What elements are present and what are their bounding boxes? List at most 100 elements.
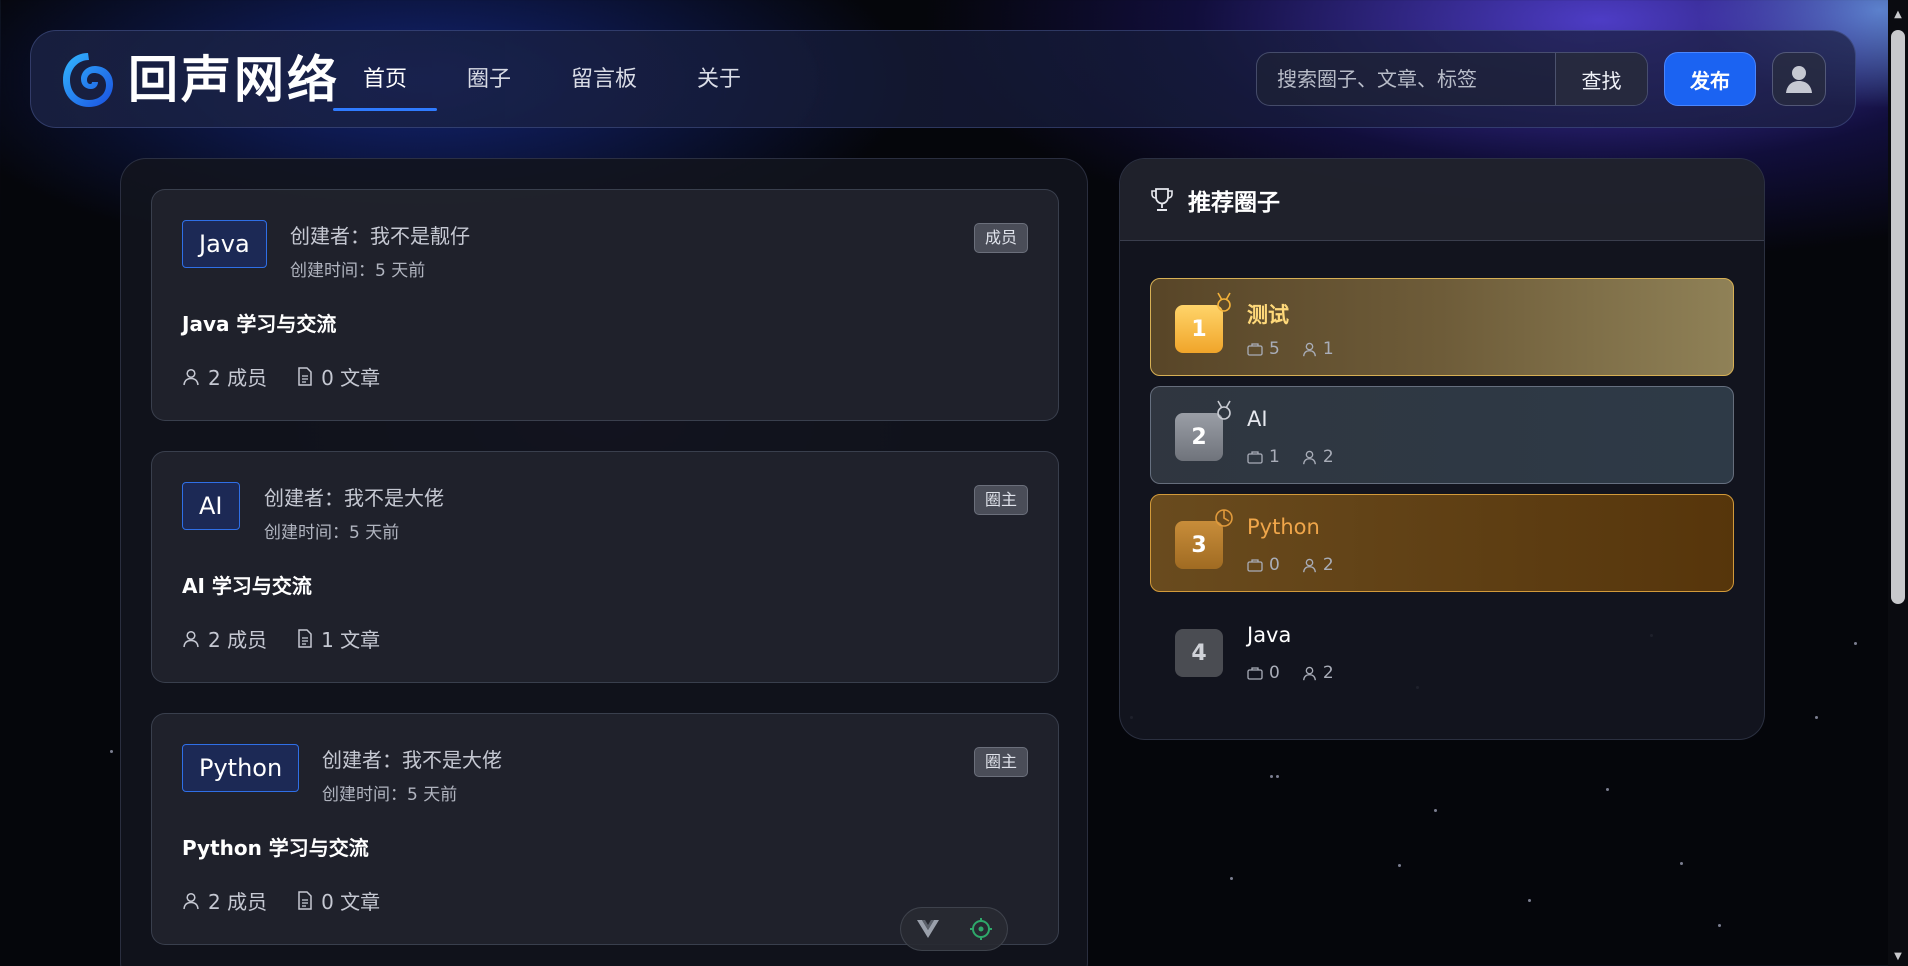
user-icon: [1302, 342, 1316, 356]
briefcase-icon: [1247, 343, 1263, 356]
search-button[interactable]: 查找: [1555, 53, 1647, 105]
circle-tag: Python: [182, 744, 300, 792]
scroll-down-arrow-icon[interactable]: ▼: [1891, 950, 1905, 964]
rank-stats: 0 2: [1247, 555, 1356, 575]
member-count-text: 2: [1322, 555, 1334, 575]
member-count: 2: [1302, 663, 1334, 683]
recommended-item[interactable]: 4 Java 0 2: [1150, 602, 1734, 700]
site-logo-text[interactable]: 回声网络: [128, 51, 340, 109]
member-count-text: 2: [1322, 663, 1334, 683]
main-nav: 首页 圈子 留言板 关于: [333, 31, 771, 129]
member-count-text: 2 成员: [208, 628, 268, 652]
rank-number: 4: [1175, 629, 1223, 677]
member-count-text: 2 成员: [208, 366, 268, 390]
recommended-item[interactable]: 2 AI 1 2: [1150, 386, 1734, 484]
circle-creator: 创建者：我不是靓仔: [290, 224, 470, 248]
circle-name: Python: [1247, 515, 1320, 539]
rank-stats: 5 1: [1247, 339, 1356, 359]
circle-card[interactable]: AI 创建者：我不是大佬 创建时间：5 天前 圈主 AI 学习与交流 2 成员 …: [151, 451, 1059, 683]
post-count-text: 5: [1269, 339, 1280, 359]
post-count-text: 0: [1269, 663, 1280, 683]
top-navigation-bar: 回声网络 首页 圈子 留言板 关于 查找 发布: [30, 30, 1856, 128]
circle-name: Java: [1247, 623, 1292, 647]
rank-stats: 1 2: [1247, 447, 1356, 467]
scrollbar-thumb[interactable]: [1891, 30, 1905, 604]
user-icon: [183, 892, 199, 909]
recommended-title: 推荐圈子: [1188, 189, 1280, 216]
user-icon: [183, 630, 199, 647]
circle-tag: AI: [182, 482, 240, 530]
crosshair-icon[interactable]: [969, 917, 993, 941]
circle-stats: 2 成员 1 文章: [182, 624, 410, 653]
search-box: 查找: [1256, 52, 1648, 106]
member-count: 1: [1302, 339, 1334, 359]
briefcase-icon: [1247, 451, 1263, 464]
article-count: 0 文章: [297, 886, 380, 915]
recommended-circles-panel: 推荐圈子 1 测试 5 1 2 AI 1 2 3 Python 0 2 4 Ja…: [1119, 158, 1765, 740]
post-count-text: 0: [1269, 555, 1280, 575]
circle-tag: Java: [182, 220, 267, 268]
medal-icon: [1215, 509, 1233, 527]
circle-created-time: 创建时间：5 天前: [290, 261, 426, 281]
user-icon: [1302, 558, 1316, 572]
briefcase-icon: [1247, 667, 1263, 680]
circle-creator: 创建者：我不是大佬: [322, 748, 502, 772]
document-icon: [298, 367, 312, 386]
scroll-up-arrow-icon[interactable]: ▲: [1891, 8, 1905, 22]
search-input[interactable]: [1257, 53, 1555, 105]
publish-button[interactable]: 发布: [1664, 52, 1756, 106]
circle-created-time: 创建时间：5 天前: [322, 785, 458, 805]
circle-name: AI: [1247, 407, 1268, 431]
post-count: 5: [1247, 339, 1280, 359]
briefcase-icon: [1247, 559, 1263, 572]
recommended-header: 推荐圈子: [1120, 159, 1764, 241]
floating-toolbar: [900, 907, 1008, 951]
nav-guestbook[interactable]: 留言板: [541, 31, 667, 129]
circle-list-panel: Java 创建者：我不是靓仔 创建时间：5 天前 成员 Java 学习与交流 2…: [120, 158, 1088, 966]
circle-stats: 2 成员 0 文章: [182, 886, 410, 915]
user-icon: [183, 368, 199, 385]
vue-logo-icon[interactable]: [916, 919, 940, 939]
article-count-text: 1 文章: [321, 628, 381, 652]
document-icon: [298, 891, 312, 910]
logo-icon[interactable]: [61, 49, 115, 111]
role-badge: 圈主: [973, 747, 1028, 777]
member-count-text: 1: [1322, 339, 1334, 359]
nav-about[interactable]: 关于: [667, 31, 771, 129]
nav-home[interactable]: 首页: [333, 31, 438, 129]
user-avatar-button[interactable]: [1772, 52, 1826, 106]
role-badge: 成员: [973, 223, 1028, 253]
member-count-text: 2: [1322, 447, 1334, 467]
article-count: 0 文章: [297, 362, 380, 391]
trophy-icon: [1151, 187, 1173, 211]
post-count: 1: [1247, 447, 1280, 467]
article-count-text: 0 文章: [321, 890, 381, 914]
medal-icon: [1217, 292, 1231, 312]
user-icon: [1786, 66, 1812, 93]
circle-title[interactable]: AI 学习与交流: [182, 570, 312, 599]
circle-stats: 2 成员 0 文章: [182, 362, 410, 391]
recommended-item[interactable]: 1 测试 5 1: [1150, 278, 1734, 376]
member-count: 2: [1302, 555, 1334, 575]
post-count: 0: [1247, 555, 1280, 575]
circle-creator: 创建者：我不是大佬: [264, 486, 444, 510]
medal-icon: [1217, 400, 1231, 420]
circle-card[interactable]: Java 创建者：我不是靓仔 创建时间：5 天前 成员 Java 学习与交流 2…: [151, 189, 1059, 421]
post-count: 0: [1247, 663, 1280, 683]
circle-title[interactable]: Java 学习与交流: [182, 308, 336, 337]
circle-created-time: 创建时间：5 天前: [264, 523, 400, 543]
article-count-text: 0 文章: [321, 366, 381, 390]
member-count: 2: [1302, 447, 1334, 467]
article-count: 1 文章: [297, 624, 380, 653]
post-count-text: 1: [1269, 447, 1280, 467]
document-icon: [298, 629, 312, 648]
recommended-item[interactable]: 3 Python 0 2: [1150, 494, 1734, 592]
role-badge: 圈主: [973, 485, 1028, 515]
user-icon: [1302, 450, 1316, 464]
member-count: 2 成员: [182, 886, 267, 915]
nav-circles[interactable]: 圈子: [437, 31, 541, 129]
rank-stats: 0 2: [1247, 663, 1356, 683]
member-count-text: 2 成员: [208, 890, 268, 914]
circle-title[interactable]: Python 学习与交流: [182, 832, 369, 861]
user-icon: [1302, 666, 1316, 680]
